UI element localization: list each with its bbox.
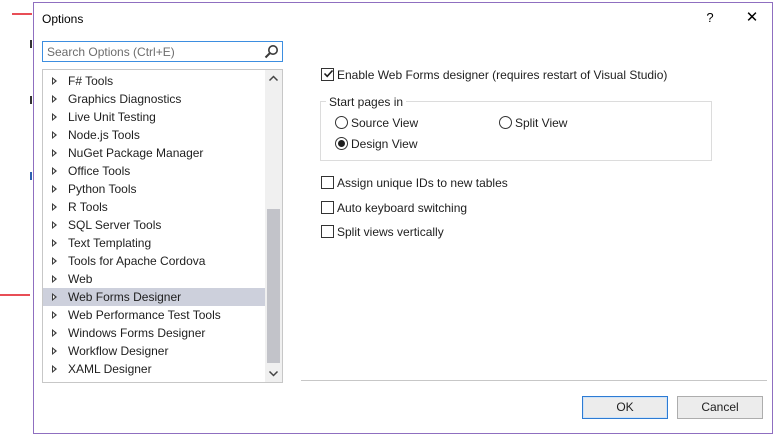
start-pages-legend: Start pages in [326,95,407,109]
checkmark-icon [323,69,334,78]
source-view-radio[interactable] [335,116,348,129]
expand-arrow-icon[interactable] [52,293,57,301]
tree-item-label: Web Forms Designer [68,290,182,304]
design-view-radio[interactable] [335,137,348,150]
search-icon[interactable] [264,44,279,59]
expand-arrow-icon[interactable] [52,257,57,265]
tree-item-label: Web [68,272,93,286]
expand-arrow-icon[interactable] [52,131,57,139]
tree-item-label: F# Tools [68,74,114,88]
tree-item[interactable]: F# Tools [43,72,265,90]
options-dialog: Options ? ✕ F# Tools Graphics Diagnostics… [33,2,773,434]
auto-keyboard-label: Auto keyboard switching [337,201,468,215]
auto-keyboard-checkbox[interactable] [321,201,334,214]
ok-button[interactable]: OK [582,396,668,419]
expand-arrow-icon[interactable] [52,95,57,103]
options-tree[interactable]: F# Tools Graphics Diagnostics Live Unit Te… [42,69,283,383]
tree-item-label: XAML Designer [68,362,152,376]
assign-ids-label: Assign unique IDs to new tables [337,176,508,190]
tree-item-label: Tools for Apache Cordova [68,254,206,268]
tree-item[interactable]: Live Unit Testing [43,108,265,126]
footer-divider [301,380,767,381]
scroll-down-icon[interactable] [265,365,282,382]
assign-ids-checkbox[interactable] [321,176,334,189]
tree-item[interactable]: Workflow Designer [43,342,265,360]
tree-item[interactable]: SQL Server Tools [43,216,265,234]
dialog-title: Options [42,12,84,26]
tree-item-label: Python Tools [68,182,137,196]
split-vertically-checkbox[interactable] [321,225,334,238]
tree-item-label: SQL Server Tools [68,218,162,232]
tree-item-label: Graphics Diagnostics [68,92,182,106]
split-view-label: Split View [515,116,568,130]
tree-item[interactable]: XAML Designer [43,360,265,378]
scroll-up-icon[interactable] [265,70,282,87]
tree-item[interactable]: R Tools [43,198,265,216]
tree-item[interactable]: NuGet Package Manager [43,144,265,162]
search-box[interactable] [42,41,283,62]
enable-designer-label: Enable Web Forms designer (requires rest… [337,68,668,82]
tree-item-label: Text Templating [68,236,152,250]
search-input[interactable] [43,42,262,61]
tree-item-label: Live Unit Testing [68,110,156,124]
expand-arrow-icon[interactable] [52,221,57,229]
expand-arrow-icon[interactable] [52,113,57,121]
expand-arrow-icon[interactable] [52,311,57,319]
close-icon: ✕ [745,9,759,26]
tree-item[interactable]: Text Templating [43,234,265,252]
tree-item-label: Windows Forms Designer [68,326,206,340]
expand-arrow-icon[interactable] [52,167,57,175]
expand-arrow-icon[interactable] [52,239,57,247]
expand-arrow-icon[interactable] [52,347,57,355]
cancel-button[interactable]: Cancel [677,396,763,419]
expand-arrow-icon[interactable] [52,329,57,337]
close-button[interactable]: ✕ [740,7,764,29]
tree-item[interactable]: Web [43,270,265,288]
source-view-label: Source View [351,116,419,130]
tree-item[interactable]: Web Performance Test Tools [43,306,265,324]
expand-arrow-icon[interactable] [52,275,57,283]
tree-item-label: NuGet Package Manager [68,146,204,160]
expand-arrow-icon[interactable] [52,185,57,193]
tree-item-label: Office Tools [68,164,131,178]
tree-item[interactable]: Node.js Tools [43,126,265,144]
enable-designer-checkbox[interactable] [321,68,334,81]
tree-item[interactable]: Python Tools [43,180,265,198]
expand-arrow-icon[interactable] [52,365,57,373]
tree-scrollbar[interactable] [265,70,282,382]
tree-item-label: Web Performance Test Tools [68,308,221,322]
tree-item[interactable]: Graphics Diagnostics [43,90,265,108]
scroll-thumb[interactable] [267,209,280,363]
split-vertically-label: Split views vertically [337,225,444,239]
tree-item[interactable]: Tools for Apache Cordova [43,252,265,270]
tree-item-label: Workflow Designer [68,344,169,358]
tree-item-label: Node.js Tools [68,128,140,142]
expand-arrow-icon[interactable] [52,149,57,157]
tree-item[interactable]: Office Tools [43,162,265,180]
split-view-radio[interactable] [499,116,512,129]
start-pages-group [320,101,712,161]
tree-item[interactable]: Windows Forms Designer [43,324,265,342]
expand-arrow-icon[interactable] [52,203,57,211]
radio-selected-dot [338,140,345,147]
design-view-label: Design View [351,137,418,151]
tree-item-label: R Tools [68,200,108,214]
tree-item[interactable]: Web Forms Designer [43,288,265,306]
expand-arrow-icon[interactable] [52,77,57,85]
help-button[interactable]: ? [698,7,722,29]
